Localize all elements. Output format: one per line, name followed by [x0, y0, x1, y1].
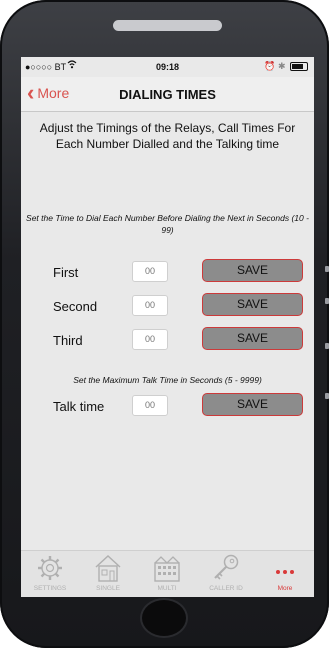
building-icon — [152, 553, 182, 583]
talk-time-label: Talk time — [53, 399, 105, 414]
side-button — [325, 393, 329, 399]
screen: ●○○○○ BT 09:18 ⏰ ✱ ‹ More DIALING TIMES … — [21, 57, 314, 597]
home-button[interactable] — [142, 600, 186, 636]
first-save-button[interactable]: SAVE — [202, 259, 303, 282]
talk-time-input[interactable] — [132, 395, 168, 416]
talk-time-row: Talk time SAVE — [21, 393, 314, 419]
page-title: DIALING TIMES — [119, 87, 216, 102]
tab-bar: SETTINGS SINGLE MULTI CALLER ID More — [21, 550, 314, 597]
side-button — [325, 343, 329, 349]
second-time-input[interactable] — [132, 295, 168, 316]
navigation-bar: ‹ More DIALING TIMES — [21, 77, 314, 112]
third-label: Third — [53, 333, 83, 348]
intro-text: Adjust the Timings of the Relays, Call T… — [39, 121, 296, 151]
key-icon — [211, 553, 241, 583]
first-row: First SAVE — [21, 259, 314, 285]
bluetooth-icon: ✱ — [277, 61, 286, 71]
second-label: Second — [53, 299, 98, 314]
tab-multi[interactable]: MULTI — [138, 553, 196, 597]
tab-single[interactable]: SINGLE — [79, 553, 137, 597]
tab-settings-label: SETTINGS — [33, 585, 67, 592]
first-label: First — [53, 265, 79, 280]
speaker-grille — [113, 20, 222, 31]
dial-time-note: Set the Time to Dial Each Number Before … — [26, 213, 309, 235]
tab-settings[interactable]: SETTINGS — [21, 553, 79, 597]
alarm-icon: ⏰ — [264, 61, 276, 71]
talk-time-note: Set the Maximum Talk Time in Seconds (5 … — [73, 375, 262, 385]
tab-single-label: SINGLE — [96, 585, 120, 592]
side-button — [325, 298, 329, 304]
tab-more[interactable]: More — [256, 553, 314, 597]
tab-caller-id[interactable]: CALLER ID — [197, 553, 255, 597]
house-icon — [93, 553, 123, 583]
status-icons: ⏰ ✱ — [264, 61, 308, 72]
phone-frame: ●○○○○ BT 09:18 ⏰ ✱ ‹ More DIALING TIMES … — [0, 0, 329, 648]
second-save-button[interactable]: SAVE — [202, 293, 303, 316]
first-time-input[interactable] — [132, 261, 168, 282]
gear-icon — [35, 553, 65, 583]
status-bar: ●○○○○ BT 09:18 ⏰ ✱ — [21, 57, 314, 77]
battery-icon — [290, 62, 308, 72]
third-row: Third SAVE — [21, 327, 314, 353]
third-time-input[interactable] — [132, 329, 168, 350]
more-dots-icon — [270, 553, 300, 583]
tab-more-label: More — [277, 585, 293, 592]
tab-multi-label: MULTI — [157, 585, 177, 592]
tab-caller-id-label: CALLER ID — [209, 585, 243, 592]
third-save-button[interactable]: SAVE — [202, 327, 303, 350]
side-button — [325, 266, 329, 272]
second-row: Second SAVE — [21, 293, 314, 319]
talk-time-save-button[interactable]: SAVE — [202, 393, 303, 416]
